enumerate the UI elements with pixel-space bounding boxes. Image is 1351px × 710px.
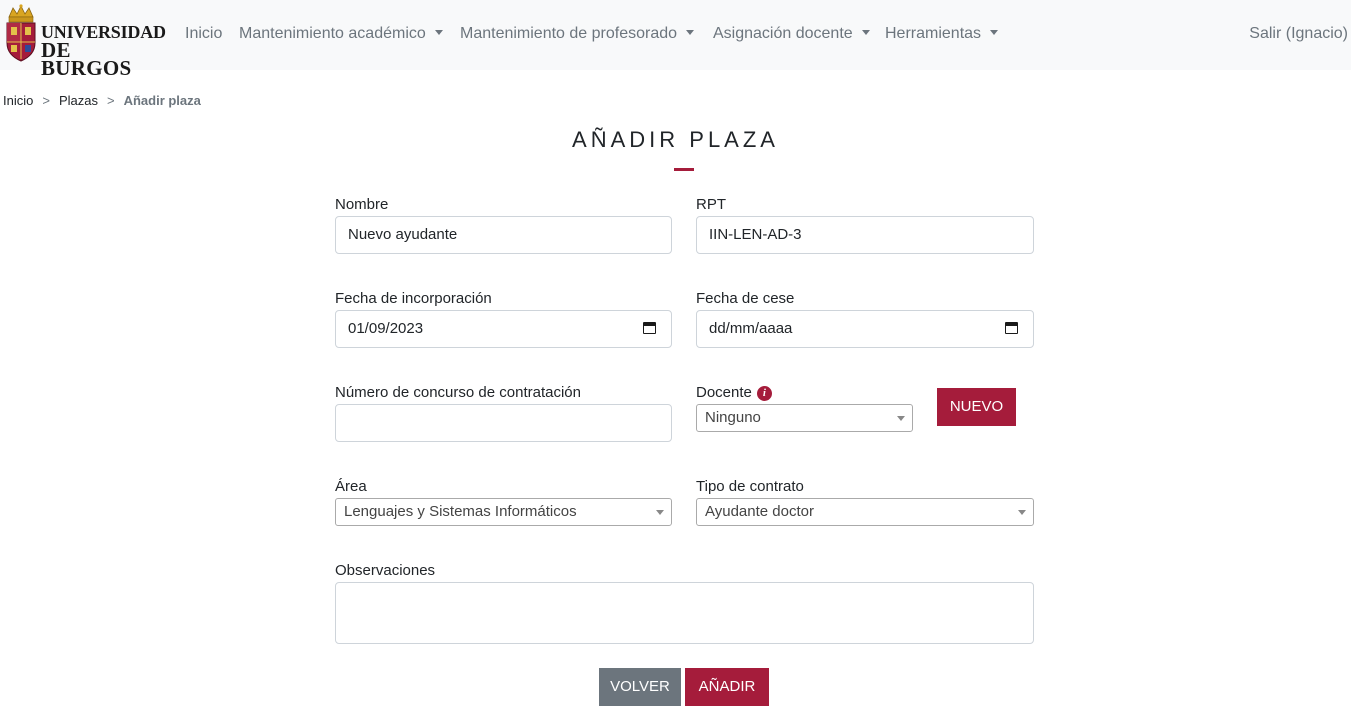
docente-label-text: Docente [696,384,752,401]
breadcrumb-item-inicio[interactable]: Inicio [3,93,33,108]
title-underline [674,168,694,171]
nombre-label: Nombre [335,196,389,213]
info-icon[interactable]: i [756,386,772,401]
calendar-icon[interactable] [1005,322,1018,334]
anadir-button[interactable]: AÑADIR [685,668,769,706]
nav-item-mantenimiento-profesorado[interactable]: Mantenimiento de profesorado [460,23,695,45]
numero-concurso-input[interactable] [335,404,672,442]
tipo-contrato-label: Tipo de contrato [696,478,804,495]
nav-item-label: Asignación docente [713,25,853,42]
area-select-value: Lenguajes y Sistemas Informáticos [344,503,577,520]
nuevo-docente-button[interactable]: NUEVO [937,388,1016,426]
nav-item-label: Herramientas [885,25,982,42]
nombre-input[interactable]: Nuevo ayudante [335,216,672,254]
logout-link[interactable]: Salir (Ignacio) [1249,23,1348,45]
logo-wordmark: UNIVERSIDAD DE BURGOS [41,23,166,80]
area-label: Área [335,478,367,495]
nav-item-asignacion-docente[interactable]: Asignación docente [713,23,870,45]
tipo-contrato-select-value: Ayudante doctor [705,503,814,520]
numero-concurso-label: Número de concurso de contratación [335,384,581,401]
breadcrumb-item-plazas[interactable]: Plazas [59,93,98,108]
tipo-contrato-select[interactable]: Ayudante doctor [696,498,1034,526]
nav-item-label: Mantenimiento académico [239,25,426,42]
caret-down-icon [861,30,870,35]
breadcrumb-separator: > [42,93,50,108]
docente-select-value: Ninguno [705,409,761,426]
fecha-incorporacion-value: 01/09/2023 [348,320,424,337]
crest-icon [6,4,36,62]
volver-button[interactable]: VOLVER [599,668,681,706]
nav-item-herramientas[interactable]: Herramientas [885,23,999,45]
nav-item-label: Inicio [185,25,223,42]
fecha-cese-input[interactable]: dd/mm/aaaa [696,310,1034,348]
caret-down-icon [990,30,999,35]
dropdown-arrow-icon [1018,510,1026,515]
top-navbar: UNIVERSIDAD DE BURGOS Inicio Mantenimien… [0,0,1351,79]
docente-select[interactable]: Ninguno [696,404,913,432]
nav-item-inicio[interactable]: Inicio [185,23,222,45]
page-title: AÑADIR PLAZA [572,127,779,152]
fecha-incorporacion-input[interactable]: 01/09/2023 [335,310,672,348]
fecha-incorporacion-label: Fecha de incorporación [335,290,492,307]
nav-item-label: Mantenimiento de profesorado [460,25,678,42]
caret-down-icon [434,30,443,35]
area-select[interactable]: Lenguajes y Sistemas Informáticos [335,498,672,526]
rpt-label: RPT [696,196,726,213]
caret-down-icon [686,30,695,35]
observaciones-label: Observaciones [335,562,436,579]
docente-label: Docente i [696,383,772,403]
breadcrumb-separator: > [106,93,115,108]
calendar-icon[interactable] [643,322,656,334]
dropdown-arrow-icon [897,416,905,421]
dropdown-arrow-icon [656,510,664,515]
logo-line2: DE BURGOS [41,38,132,80]
observaciones-textarea[interactable] [335,582,1034,644]
rpt-input[interactable]: IIN-LEN-AD-3 [696,216,1034,254]
university-logo[interactable]: UNIVERSIDAD DE BURGOS [4,3,166,79]
fecha-cese-label: Fecha de cese [696,290,795,307]
breadcrumb-current: Añadir plaza [123,93,201,108]
breadcrumb: Inicio > Plazas > Añadir plaza [3,92,201,110]
fecha-cese-value: dd/mm/aaaa [709,320,793,337]
nav-item-mantenimiento-academico[interactable]: Mantenimiento académico [239,23,443,45]
